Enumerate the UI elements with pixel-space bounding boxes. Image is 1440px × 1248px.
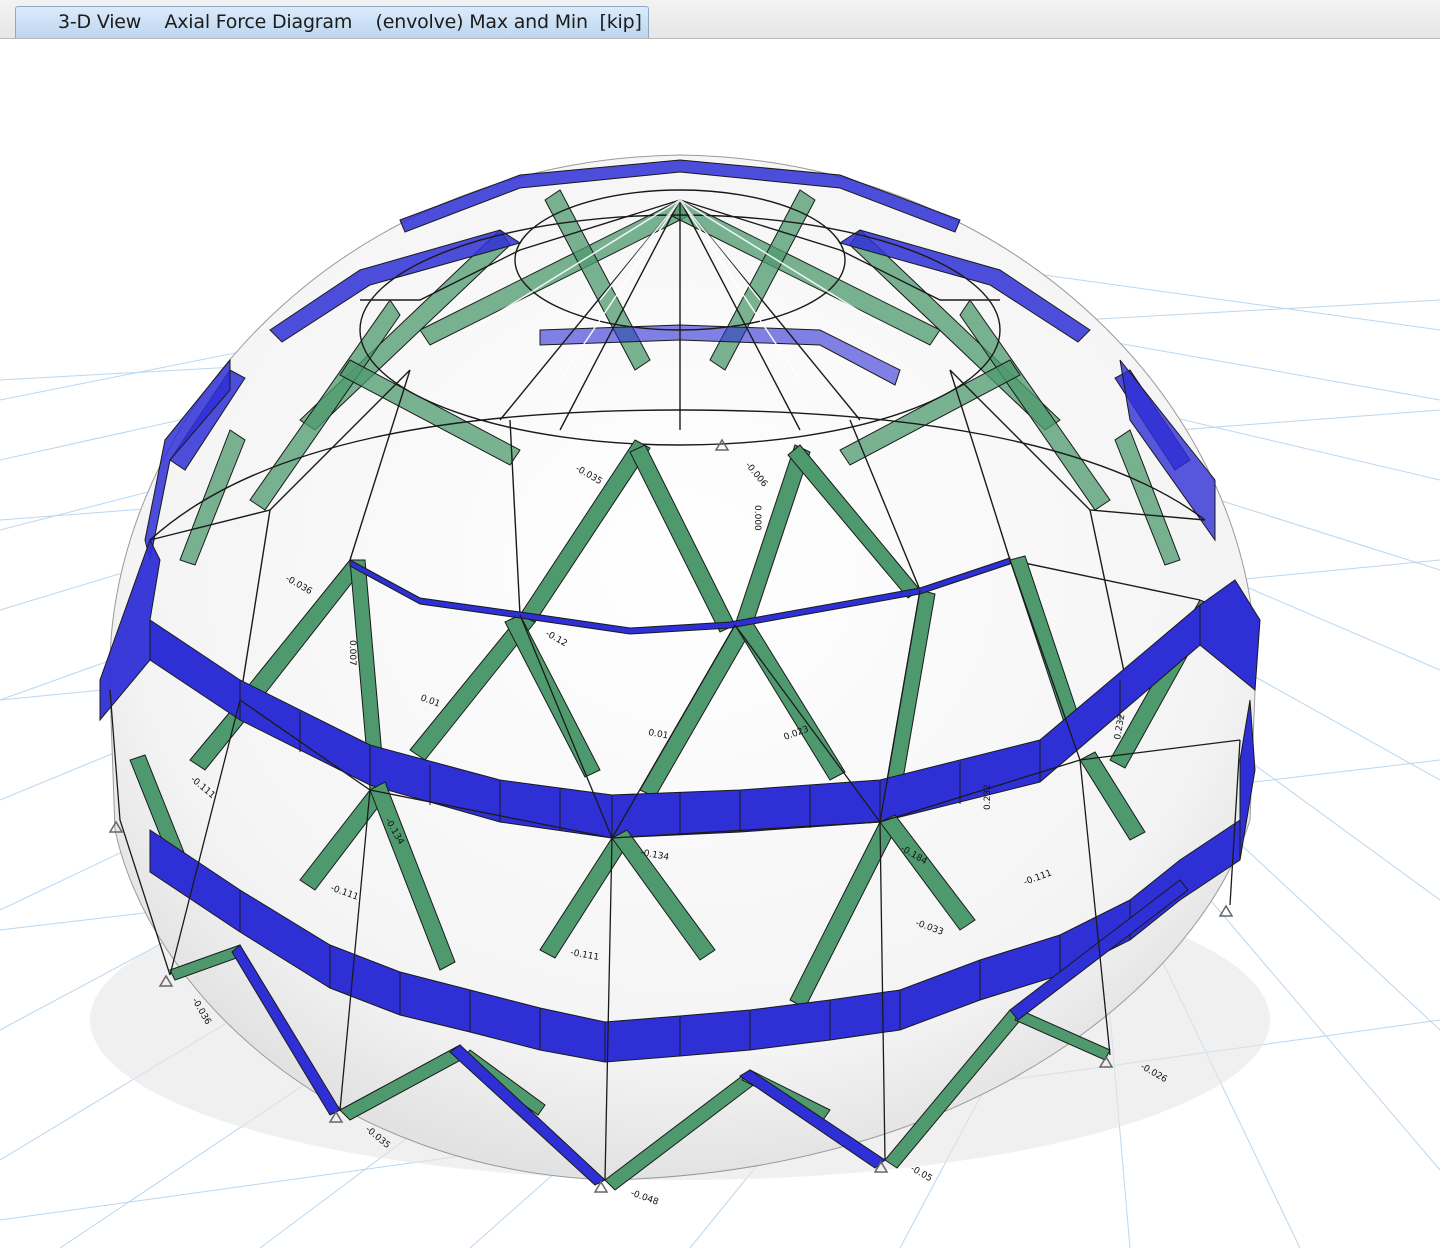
force-label: 0.232 — [983, 784, 993, 810]
tab-3d-view[interactable]: 3-D View Axial Force Diagram (envolve) M… — [15, 6, 649, 38]
force-label: 0.000 — [752, 505, 762, 531]
force-label: -0.05 — [909, 1164, 934, 1184]
force-label: -0.048 — [629, 1188, 660, 1207]
model-viewport[interactable]: -0.111 -0.111 -0.134 -0.134 -0.111 -0.11… — [0, 39, 1440, 1248]
force-label: 0.007 — [347, 640, 357, 666]
tab-title: 3-D View Axial Force Diagram (envolve) M… — [58, 11, 642, 33]
title-bar: 3-D View Axial Force Diagram (envolve) M… — [0, 0, 1440, 39]
